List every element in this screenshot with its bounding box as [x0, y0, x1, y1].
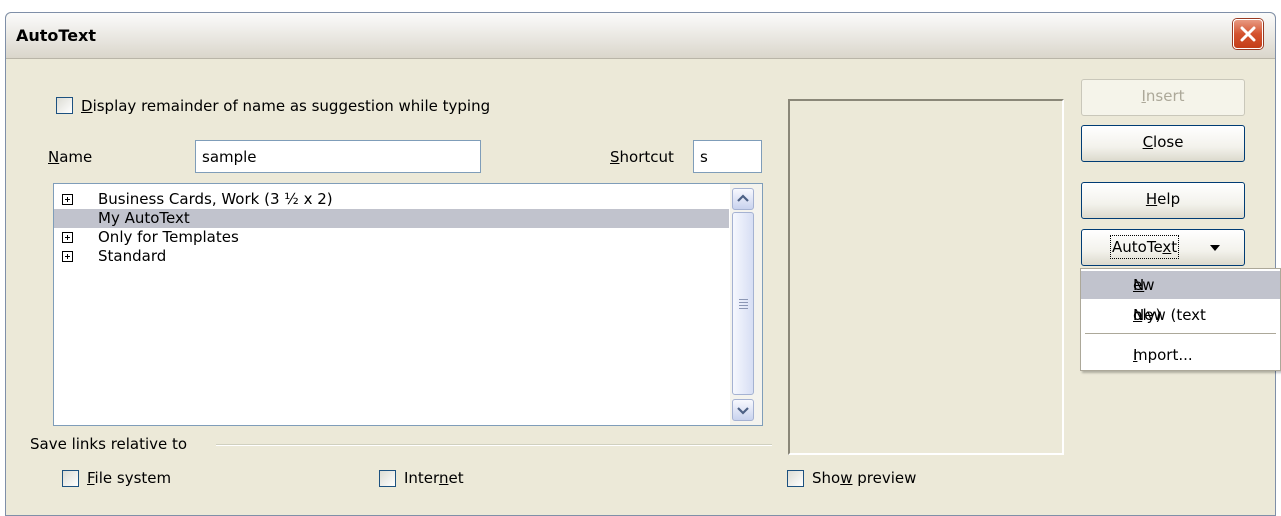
shortcut-input[interactable]: s [693, 140, 762, 173]
autotext-menu-button[interactable]: AutoText [1081, 229, 1245, 266]
autotext-button-label: AutoText [1110, 235, 1180, 259]
grip-line [739, 305, 748, 306]
autotext-dialog: AutoText Display remainder of name as su… [5, 12, 1276, 516]
internet-label: Internet [404, 469, 464, 487]
dropdown-arrow-icon [1210, 245, 1220, 251]
grip-line [739, 302, 748, 303]
group-divider [216, 444, 772, 446]
autotext-dropdown-menu: New New (text o nly) Import... [1080, 268, 1281, 371]
grip-line [739, 308, 748, 309]
insert-button[interactable]: Insert [1081, 79, 1245, 116]
tree-item-standard[interactable]: Standard [54, 247, 729, 266]
internet-checkbox[interactable] [379, 470, 396, 487]
save-links-group-title: Save links relative to [30, 435, 188, 453]
shortcut-label: Shortcut [610, 148, 674, 166]
scroll-down-button[interactable] [732, 399, 754, 421]
menu-separator [1085, 333, 1276, 334]
menu-item-import[interactable]: Import... [1081, 341, 1280, 369]
expand-plus-icon[interactable] [62, 251, 73, 262]
close-window-button[interactable] [1233, 19, 1263, 49]
file-system-label: File system [87, 469, 172, 487]
display-remainder-label: Display remainder of name as suggestion … [81, 97, 491, 115]
scroll-up-button[interactable] [732, 188, 754, 210]
tree-vertical-scrollbar[interactable] [730, 184, 762, 425]
title-bar[interactable]: AutoText [6, 13, 1275, 59]
chevron-up-icon [737, 194, 749, 202]
help-button[interactable]: Help [1081, 182, 1245, 219]
tree-item-my-autotext[interactable]: My AutoText [54, 209, 729, 228]
expand-plus-icon[interactable] [62, 232, 73, 243]
name-label: Name [48, 148, 93, 166]
dialog-title: AutoText [16, 26, 97, 45]
autotext-category-tree[interactable]: Business Cards, Work (3 ½ x 2) My AutoTe… [53, 183, 763, 426]
chevron-down-icon [737, 407, 749, 415]
name-input[interactable]: sample [195, 140, 481, 173]
menu-item-new-text-only[interactable]: New (text o nly) [1081, 301, 1280, 329]
grip-line [739, 299, 748, 300]
tree-item-business-cards[interactable]: Business Cards, Work (3 ½ x 2) [54, 190, 729, 209]
tree-item-only-for-templates[interactable]: Only for Templates [54, 228, 729, 247]
close-button[interactable]: Close [1081, 125, 1245, 162]
menu-item-new[interactable]: New [1081, 271, 1280, 299]
show-preview-label: Show preview [812, 469, 917, 487]
preview-pane [788, 99, 1064, 455]
display-remainder-checkbox[interactable] [56, 97, 73, 114]
expand-plus-icon[interactable] [62, 194, 73, 205]
close-icon [1240, 26, 1256, 42]
file-system-checkbox[interactable] [62, 470, 79, 487]
show-preview-checkbox[interactable] [787, 470, 804, 487]
scroll-thumb[interactable] [732, 212, 754, 395]
